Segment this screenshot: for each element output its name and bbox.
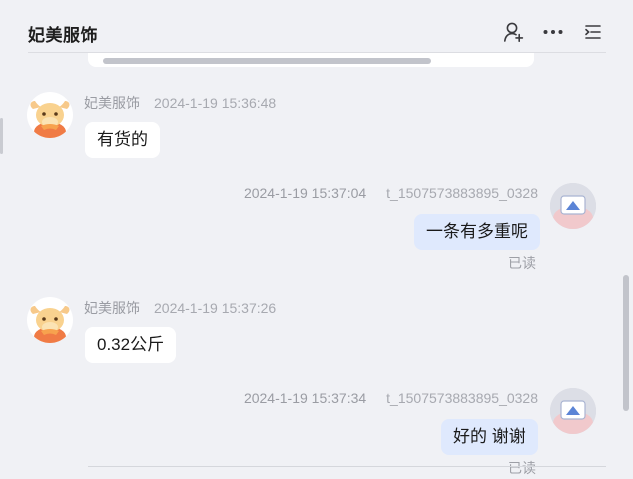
- sender-name: t_1507573883895_0328: [386, 185, 538, 201]
- sender-name: t_1507573883895_0328: [386, 390, 538, 406]
- chat-window: 妃美服饰 妃美服饰 2024-1-19 15:36:48 有货的 2024-1-…: [0, 0, 633, 479]
- horizontal-scrollbar[interactable]: [103, 58, 431, 64]
- vertical-scrollbar[interactable]: [623, 275, 629, 411]
- seller-avatar[interactable]: [27, 92, 73, 138]
- message-time: 2024-1-19 15:37:26: [154, 300, 277, 316]
- menu-list-icon[interactable]: [581, 20, 605, 44]
- message-time: 2024-1-19 15:37:34: [243, 390, 367, 406]
- user-add-icon[interactable]: [501, 20, 525, 44]
- message-bubble[interactable]: 有货的: [85, 122, 160, 158]
- seller-avatar[interactable]: [27, 297, 73, 343]
- header-actions: [501, 20, 605, 44]
- user-avatar[interactable]: [550, 183, 596, 229]
- message-meta: 2024-1-19 15:37:34 t_1507573883895_0328: [244, 390, 538, 406]
- message-time: 2024-1-19 15:36:48: [154, 95, 277, 111]
- sender-name: 妃美服饰: [84, 300, 140, 316]
- message-bubble[interactable]: 好的 谢谢: [441, 419, 538, 455]
- chat-header: 妃美服饰: [0, 0, 633, 53]
- more-icon[interactable]: [541, 20, 565, 44]
- user-avatar[interactable]: [550, 388, 596, 434]
- message-bubble[interactable]: 一条有多重呢: [414, 214, 540, 250]
- panel-resize-handle[interactable]: [0, 118, 3, 154]
- message-meta: 妃美服饰 2024-1-19 15:36:48: [84, 93, 276, 113]
- message-meta: 2024-1-19 15:37:04 t_1507573883895_0328: [244, 185, 538, 201]
- sender-name: 妃美服饰: [84, 95, 140, 111]
- read-status: 已读: [508, 255, 536, 271]
- read-status: 已读: [508, 460, 536, 476]
- chat-title: 妃美服饰: [28, 26, 98, 45]
- message-bubble[interactable]: 0.32公斤: [85, 327, 177, 363]
- message-time: 2024-1-19 15:37:04: [243, 185, 367, 201]
- input-divider: [88, 466, 606, 467]
- message-meta: 妃美服饰 2024-1-19 15:37:26: [84, 298, 276, 318]
